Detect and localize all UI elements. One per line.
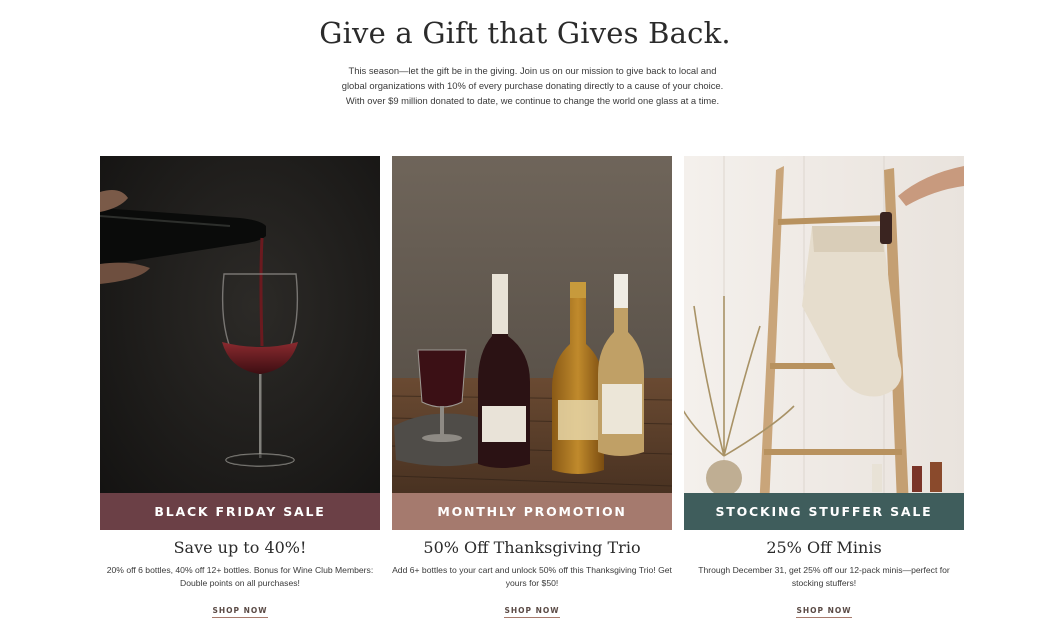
promo-image-trio[interactable]: MONTHLY PROMOTION: [392, 156, 672, 530]
page-title: Give a Gift that Gives Back.: [319, 16, 731, 50]
shop-now-link[interactable]: SHOP NOW: [796, 606, 852, 618]
banner-label: STOCKING STUFFER SALE: [715, 504, 933, 519]
promo-card-black-friday: BLACK FRIDAY SALE Save up to 40%! 20% of…: [100, 156, 380, 618]
card-title: 25% Off Minis: [766, 538, 882, 557]
shop-now-wrapper: SHOP NOW: [392, 600, 672, 618]
shop-now-wrapper: SHOP NOW: [684, 600, 964, 618]
banner-label: MONTHLY PROMOTION: [437, 504, 627, 519]
promo-card-stocking: STOCKING STUFFER SALE 25% Off Minis Thro…: [684, 156, 964, 618]
card-title: Save up to 40%!: [173, 538, 307, 557]
promo-image-stocking[interactable]: STOCKING STUFFER SALE: [684, 156, 964, 530]
stocking-photo: [684, 156, 964, 530]
hero-description: This season—let the gift be in the givin…: [341, 65, 724, 106]
card-description: Add 6+ bottles to your cart and unlock 5…: [392, 565, 672, 588]
promo-image-pour-wine[interactable]: BLACK FRIDAY SALE: [100, 156, 380, 530]
promo-card-monthly: MONTHLY PROMOTION 50% Off Thanksgiving T…: [392, 156, 672, 618]
card-description: Through December 31, get 25% off our 12-…: [698, 565, 950, 588]
shop-now-link[interactable]: SHOP NOW: [504, 606, 560, 618]
banner-stocking-stuffer: STOCKING STUFFER SALE: [684, 493, 964, 530]
wine-pour-photo: [100, 156, 380, 530]
shop-now-wrapper: SHOP NOW: [100, 600, 380, 618]
banner-black-friday: BLACK FRIDAY SALE: [100, 493, 380, 530]
wine-trio-photo: [392, 156, 672, 530]
shop-now-link[interactable]: SHOP NOW: [212, 606, 268, 618]
banner-monthly-promotion: MONTHLY PROMOTION: [392, 493, 672, 530]
card-title: 50% Off Thanksgiving Trio: [423, 538, 641, 557]
banner-label: BLACK FRIDAY SALE: [154, 504, 326, 519]
card-description: 20% off 6 bottles, 40% off 12+ bottles. …: [106, 565, 374, 588]
